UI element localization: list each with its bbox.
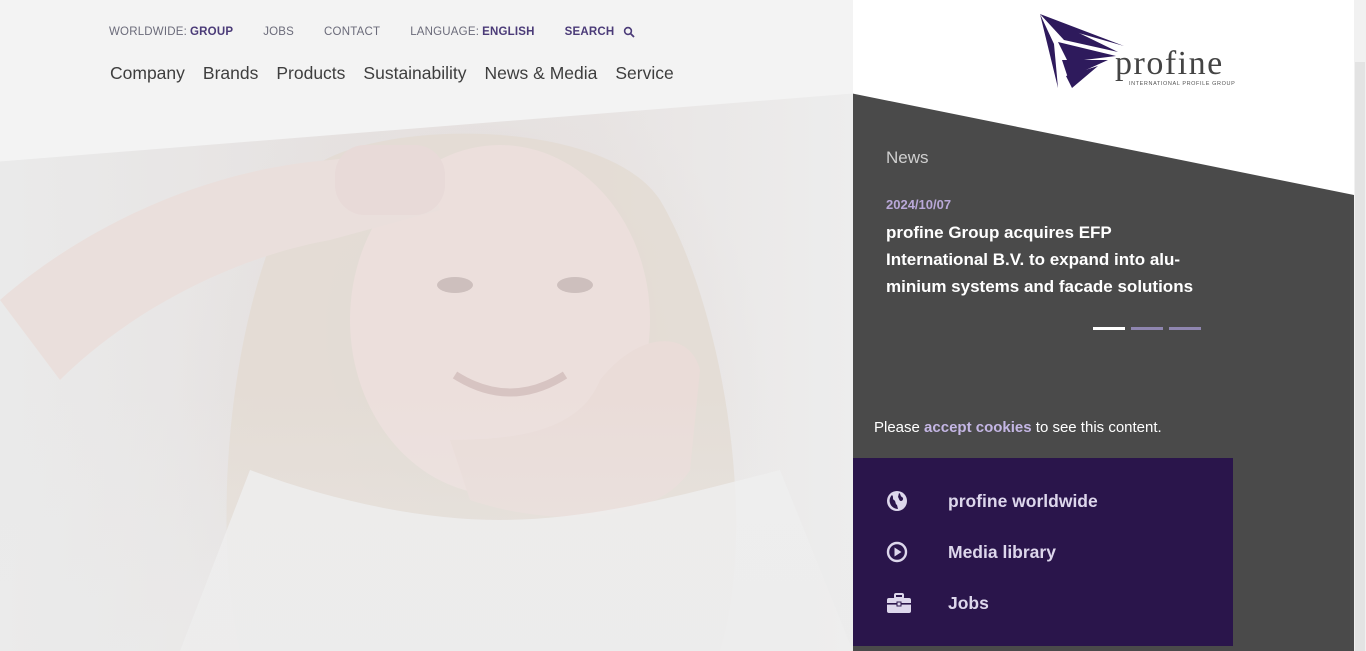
quick-link-jobs[interactable]: Jobs bbox=[886, 592, 989, 614]
logo-tagline: INTERNATIONAL PROFILE GROUP bbox=[1129, 81, 1236, 87]
utility-nav: WORLDWIDE: GROUP JOBS CONTACT LANGUAGE: … bbox=[109, 24, 636, 40]
language-prefix: LANGUAGE: bbox=[410, 26, 480, 38]
worldwide-selector[interactable]: WORLDWIDE: GROUP bbox=[109, 24, 233, 40]
briefcase-icon bbox=[887, 593, 911, 613]
news-headline-line: International B.V. to expand into alu- bbox=[886, 250, 1181, 269]
language-selector[interactable]: LANGUAGE: ENGLISH bbox=[410, 24, 534, 40]
nav-item-products[interactable]: Products bbox=[276, 63, 345, 84]
worldwide-value: GROUP bbox=[190, 26, 234, 38]
slider-dot-3[interactable] bbox=[1169, 327, 1201, 330]
news-headline-line: profine Group acquires EFP bbox=[886, 223, 1112, 242]
worldwide-prefix: WORLDWIDE: bbox=[109, 26, 188, 38]
search-button[interactable]: SEARCH bbox=[565, 24, 636, 40]
quick-link-label: profine worldwide bbox=[948, 490, 1098, 511]
nav-item-service[interactable]: Service bbox=[615, 63, 673, 84]
slider-dot-2[interactable] bbox=[1131, 327, 1163, 330]
language-value: ENGLISH bbox=[482, 26, 535, 38]
quick-link-label: Media library bbox=[948, 541, 1056, 562]
contact-link-label: CONTACT bbox=[324, 26, 381, 38]
news-headline[interactable]: profine Group acquires EFP International… bbox=[886, 219, 1206, 300]
nav-item-company[interactable]: Company bbox=[110, 63, 185, 84]
news-section-label: News bbox=[886, 148, 929, 167]
accept-cookies-link[interactable]: accept cookies bbox=[924, 419, 1032, 436]
play-circle-icon bbox=[886, 541, 908, 563]
search-label: SEARCH bbox=[564, 26, 615, 38]
slider-dot-1[interactable] bbox=[1093, 327, 1125, 330]
contact-link[interactable]: CONTACT bbox=[324, 24, 380, 40]
jobs-link[interactable]: JOBS bbox=[263, 24, 294, 40]
news-headline-line: minium systems and facade solutions bbox=[886, 277, 1194, 296]
cookie-notice: Please accept cookies to see this conten… bbox=[874, 419, 1162, 436]
main-nav: Company Brands Products Sustainability N… bbox=[110, 63, 674, 84]
quick-link-worldwide[interactable]: profine worldwide bbox=[886, 490, 1098, 512]
search-icon bbox=[624, 26, 636, 38]
cookie-text-after: to see this content. bbox=[1035, 419, 1162, 436]
scrollbar[interactable] bbox=[1354, 0, 1366, 651]
globe-icon bbox=[887, 491, 907, 511]
quick-links-box: profine worldwide Media library Jobs bbox=[853, 458, 1233, 646]
quick-link-media-library[interactable]: Media library bbox=[886, 541, 1056, 563]
scrollbar-thumb[interactable] bbox=[1355, 62, 1365, 651]
quick-link-label: Jobs bbox=[948, 592, 989, 613]
cookie-text-before: Please bbox=[874, 419, 920, 436]
nav-item-brands[interactable]: Brands bbox=[203, 63, 258, 84]
news-slider-dots bbox=[1093, 327, 1201, 330]
jobs-link-label: JOBS bbox=[263, 26, 295, 38]
logo-wordmark: profine bbox=[1115, 45, 1224, 82]
news-date: 2024/10/07 bbox=[886, 197, 952, 212]
nav-item-news-media[interactable]: News & Media bbox=[485, 63, 598, 84]
profine-logo[interactable]: profine INTERNATIONAL PROFILE GROUP bbox=[1038, 12, 1243, 92]
nav-item-sustainability[interactable]: Sustainability bbox=[363, 63, 466, 84]
